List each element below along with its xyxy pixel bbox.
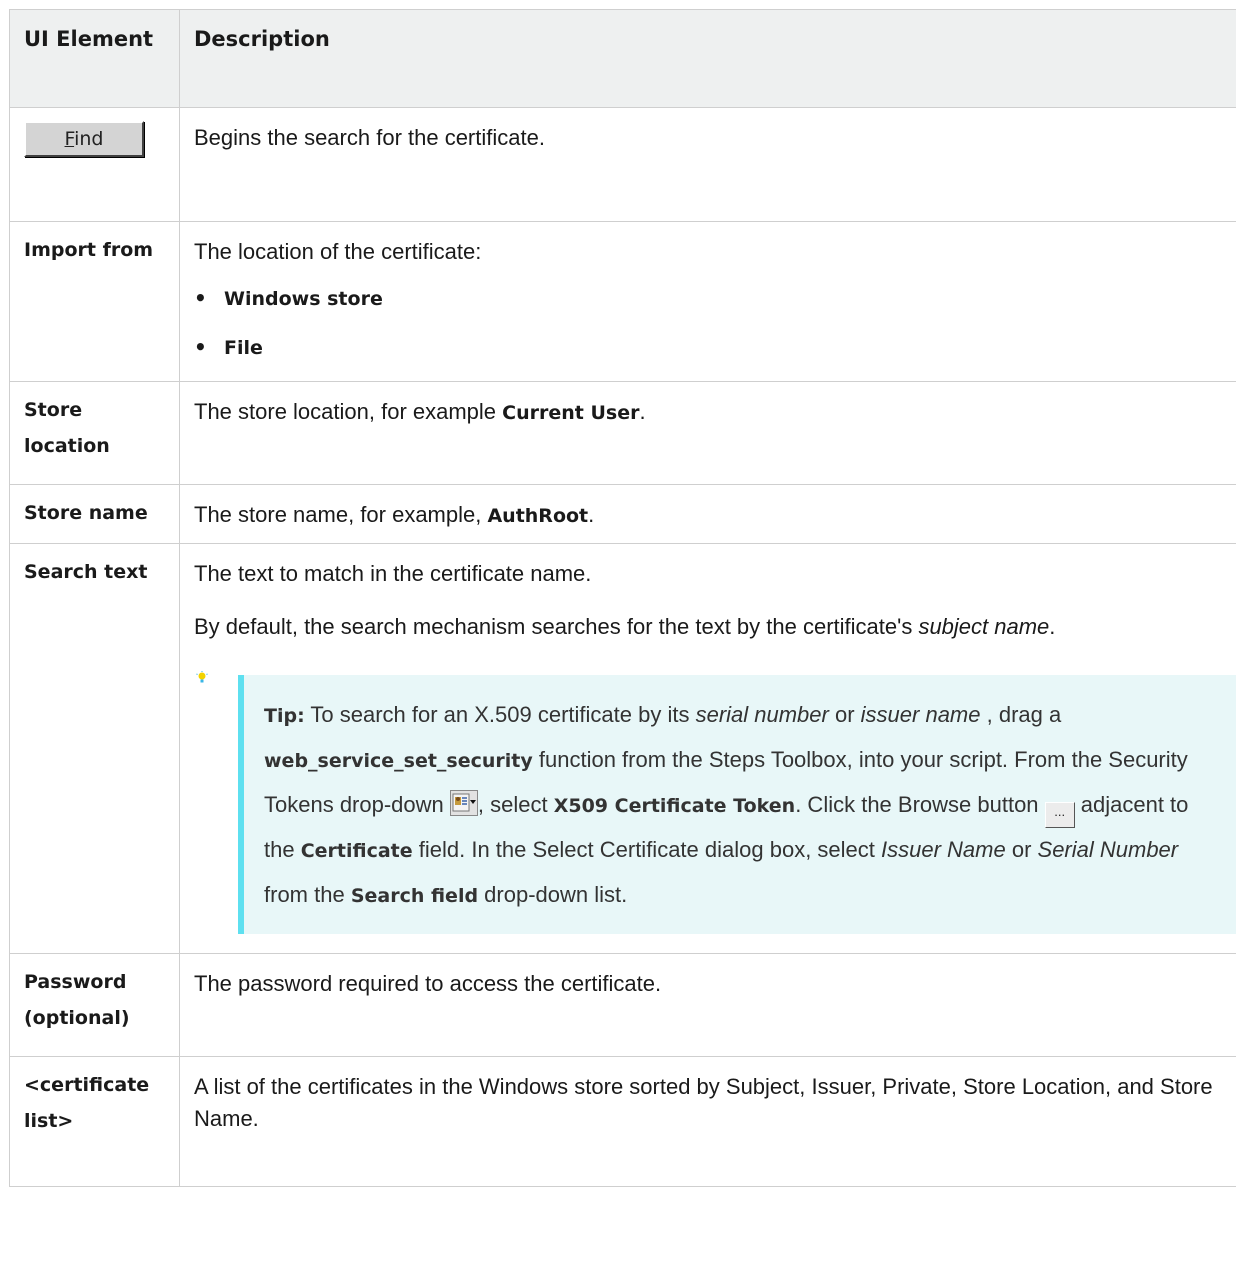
tip-text: , select — [477, 792, 554, 817]
tip-text: field. In the Select Certificate dialog … — [412, 837, 881, 862]
tip-italic-issuer-name: Issuer Name — [881, 837, 1006, 862]
store-name-description: The store name, for example, AuthRoot. — [179, 484, 1236, 544]
tip-text: or — [828, 702, 861, 727]
tip-block: Tip: To search for an X.509 certificate … — [194, 671, 1236, 934]
list-item: • File — [194, 323, 1223, 372]
tip-italic-serial-number: Serial Number — [1037, 837, 1179, 862]
find-cell: Find — [9, 107, 180, 222]
password-description: The password required to access the cert… — [179, 953, 1236, 1057]
tip-text: from the — [264, 882, 351, 907]
browse-button-icon: ... — [1044, 802, 1075, 828]
store-name-label: Store name — [9, 484, 180, 544]
find-button[interactable]: Find — [24, 121, 144, 157]
store-location-example: Current User — [502, 402, 640, 424]
tip-italic-serial: serial number — [695, 702, 829, 727]
tip-bold-token: X509 Certificate Token — [553, 795, 796, 817]
table-row-search-text: Search text The text to match in the cer… — [9, 543, 1236, 954]
store-location-text: The store location, for example — [194, 399, 503, 424]
bullet: • — [194, 286, 207, 310]
para2-end: . — [1049, 614, 1056, 639]
option-file: File — [224, 337, 263, 359]
search-text-para2: By default, the search mechanism searche… — [194, 608, 1223, 645]
store-location-period: . — [639, 399, 646, 424]
certificate-list-label: <certificate list> — [9, 1056, 180, 1187]
import-from-text: The location of the certificate: — [194, 239, 482, 264]
tip-label: Tip: — [264, 705, 305, 727]
import-from-description: The location of the certificate: • Window… — [179, 221, 1236, 382]
lightbulb-icon — [196, 671, 208, 683]
find-description: Begins the search for the certificate. — [179, 107, 1236, 222]
tip-text: drop-down list. — [478, 882, 628, 907]
table-row-password: Password (optional) The password require… — [9, 953, 1236, 1057]
search-text-description: The text to match in the certificate nam… — [179, 543, 1236, 954]
table-row-import-from: Import from The location of the certific… — [9, 221, 1236, 382]
search-text-para1: The text to match in the certificate nam… — [194, 561, 592, 586]
store-name-example: AuthRoot — [487, 505, 589, 527]
find-button-mnemonic: F — [64, 128, 75, 150]
tip-bold-function: web_service_set_security — [264, 750, 533, 772]
tip-text: . Click the Browse button — [795, 792, 1045, 817]
bullet: • — [194, 335, 207, 359]
table-row-find: Find Begins the search for the certifica… — [9, 107, 1236, 222]
security-tokens-dropdown-icon — [449, 790, 478, 816]
option-windows-store: Windows store — [224, 288, 383, 310]
ui-elements-table: UI Element Description Find Begins the s… — [9, 9, 1236, 1187]
import-options-list: • Windows store • File — [194, 274, 1223, 372]
store-name-period: . — [588, 502, 595, 527]
tip-text: or — [1005, 837, 1038, 862]
para2-italic: subject name — [918, 614, 1050, 639]
table-row-store-name: Store name The store name, for example, … — [9, 484, 1236, 544]
store-location-label: Store location — [9, 381, 180, 485]
tip-box: Tip: To search for an X.509 certificate … — [238, 675, 1236, 934]
para2-text: By default, the search mechanism searche… — [194, 614, 919, 639]
search-text-label: Search text — [9, 543, 180, 954]
header-description: Description — [179, 9, 1236, 108]
import-from-label: Import from — [9, 221, 180, 382]
tip-italic-issuer: issuer name — [860, 702, 981, 727]
find-button-label: ind — [74, 128, 104, 150]
table-row-certificate-list: <certificate list> A list of the certifi… — [9, 1056, 1236, 1187]
header-ui-element: UI Element — [9, 9, 180, 108]
tip-bold-certificate: Certificate — [300, 840, 413, 862]
table-row-store-location: Store location The store location, for e… — [9, 381, 1236, 485]
table-header-row: UI Element Description — [9, 9, 1236, 108]
tip-bold-search-field: Search field — [350, 885, 479, 907]
store-name-text: The store name, for example, — [194, 502, 488, 527]
tip-text: , drag a — [980, 702, 1062, 727]
list-item: • Windows store — [194, 274, 1223, 323]
store-location-description: The store location, for example Current … — [179, 381, 1236, 485]
password-label: Password (optional) — [9, 953, 180, 1057]
certificate-list-description: A list of the certificates in the Window… — [179, 1056, 1236, 1187]
tip-text: To search for an X.509 certificate by it… — [304, 702, 696, 727]
